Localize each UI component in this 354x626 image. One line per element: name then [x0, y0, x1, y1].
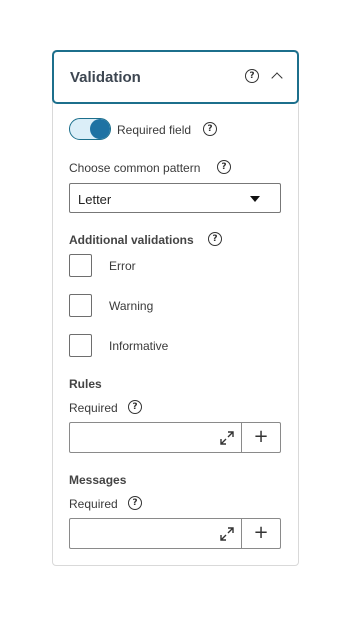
pattern-select[interactable]: Letter: [69, 183, 281, 213]
expand-icon[interactable]: [220, 527, 234, 541]
error-checkbox[interactable]: [69, 254, 92, 277]
informative-checkbox[interactable]: [69, 334, 92, 357]
help-icon[interactable]: ?: [203, 122, 217, 136]
pattern-select-value: Letter: [78, 192, 112, 207]
help-icon[interactable]: ?: [245, 69, 259, 83]
required-field-toggle[interactable]: [69, 118, 111, 140]
rules-input[interactable]: [70, 423, 241, 452]
help-icon[interactable]: ?: [217, 160, 231, 174]
messages-heading: Messages: [69, 473, 127, 487]
add-message-button[interactable]: +: [242, 519, 280, 548]
messages-required-label: Required: [69, 497, 118, 511]
help-icon[interactable]: ?: [208, 232, 222, 246]
add-rule-button[interactable]: +: [242, 423, 280, 452]
caret-down-icon: [250, 196, 260, 202]
expand-icon[interactable]: [220, 431, 234, 445]
panel-title: Validation: [70, 69, 141, 86]
pattern-label: Choose common pattern: [69, 161, 201, 175]
additional-validations-label: Additional validations: [69, 233, 194, 247]
messages-field-group: +: [69, 518, 281, 549]
informative-checkbox-label: Informative: [109, 339, 169, 353]
toggle-knob: [90, 119, 110, 139]
required-field-label: Required field: [117, 123, 192, 137]
validation-header[interactable]: Validation ?: [52, 50, 299, 104]
warning-checkbox[interactable]: [69, 294, 92, 317]
error-checkbox-label: Error: [109, 259, 136, 273]
chevron-up-icon[interactable]: [271, 72, 283, 84]
help-icon[interactable]: ?: [128, 400, 142, 414]
help-icon[interactable]: ?: [128, 496, 142, 510]
messages-input[interactable]: [70, 519, 241, 548]
warning-checkbox-label: Warning: [109, 299, 154, 313]
rules-heading: Rules: [69, 377, 102, 391]
rules-required-label: Required: [69, 401, 118, 415]
rules-field-group: +: [69, 422, 281, 453]
